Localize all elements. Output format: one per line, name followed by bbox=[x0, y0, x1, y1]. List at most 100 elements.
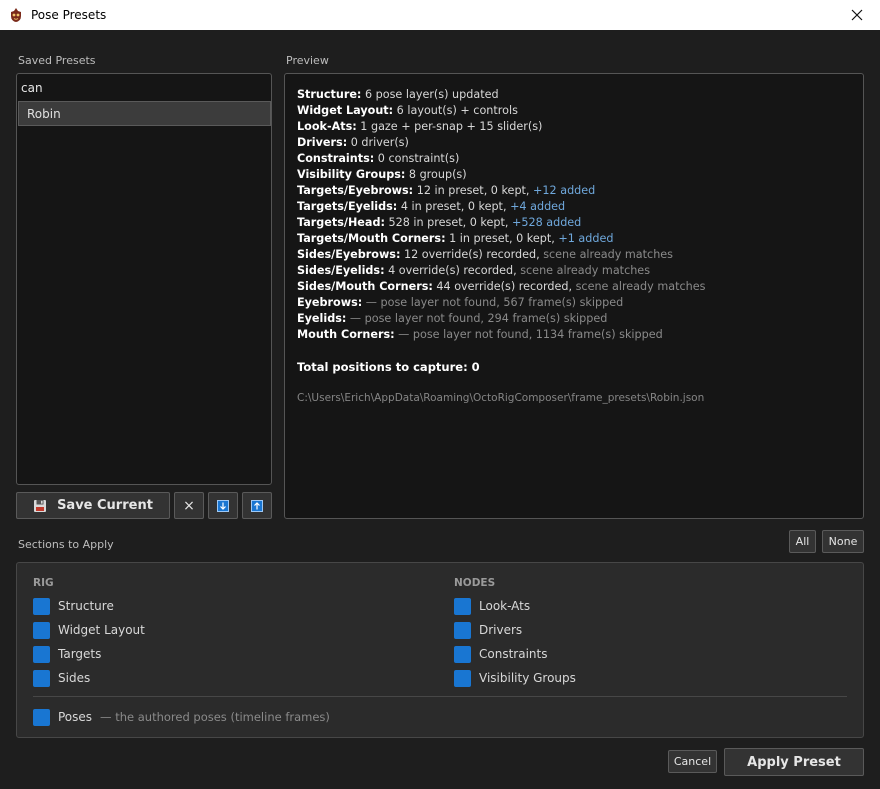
total-positions: Total positions to capture: 0 bbox=[297, 360, 480, 374]
checkbox-label: Widget Layout bbox=[58, 623, 145, 637]
preview-line-text: 4 in preset, 0 kept, bbox=[397, 200, 511, 213]
checkbox-label: Look-Ats bbox=[479, 599, 531, 613]
checkbox-icon[interactable] bbox=[33, 669, 50, 687]
preview-line-status: — pose layer not found, 1134 frame(s) sk… bbox=[394, 328, 663, 341]
preview-line-text: 8 group(s) bbox=[405, 168, 467, 181]
preview-line-status: +1 added bbox=[558, 232, 614, 245]
preview-line-text: 6 layout(s) + controls bbox=[393, 104, 518, 117]
checkbox-widget-layout[interactable]: Widget Layout bbox=[33, 621, 145, 639]
select-none-button[interactable]: None bbox=[822, 530, 864, 553]
close-button[interactable] bbox=[834, 0, 880, 30]
preview-line-text: 44 override(s) recorded, bbox=[432, 280, 576, 293]
preview-line-key: Drivers: bbox=[297, 136, 348, 149]
preview-line: Eyelids: — pose layer not found, 294 fra… bbox=[297, 311, 851, 327]
preview-line: Sides/Mouth Corners: 44 override(s) reco… bbox=[297, 279, 851, 295]
preview-line: Widget Layout: 6 layout(s) + controls bbox=[297, 103, 851, 119]
preview-line-text: 1 gaze + per-snap + 15 slider(s) bbox=[356, 120, 543, 133]
preview-line-status: — pose layer not found, 294 frame(s) ski… bbox=[346, 312, 608, 325]
preset-file-path: C:\Users\Erich\AppData\Roaming\OctoRigCo… bbox=[297, 392, 705, 404]
checkbox-label: Targets bbox=[58, 647, 102, 661]
checkbox-label: Visibility Groups bbox=[479, 671, 576, 685]
preview-line-text: 4 override(s) recorded, bbox=[384, 264, 521, 277]
rig-header: RIG bbox=[33, 577, 54, 589]
export-preset-button[interactable] bbox=[242, 492, 272, 519]
preview-line-key: Targets/Mouth Corners: bbox=[297, 232, 446, 245]
preview-line: Drivers: 0 driver(s) bbox=[297, 135, 851, 151]
preview-label: Preview bbox=[286, 54, 329, 67]
preview-line: Visibility Groups: 8 group(s) bbox=[297, 167, 851, 183]
checkbox-label: Constraints bbox=[479, 647, 548, 661]
checkbox-drivers[interactable]: Drivers bbox=[454, 621, 522, 639]
preview-line-key: Targets/Head: bbox=[297, 216, 385, 229]
preview-line-status: scene already matches bbox=[520, 264, 651, 277]
nodes-header: NODES bbox=[454, 577, 496, 589]
checkbox-icon[interactable] bbox=[33, 645, 50, 663]
preview-line-key: Sides/Mouth Corners: bbox=[297, 280, 433, 293]
delete-preset-button[interactable]: × bbox=[174, 492, 204, 519]
checkbox-sides[interactable]: Sides bbox=[33, 669, 90, 687]
preview-line-status: +4 added bbox=[510, 200, 566, 213]
saved-presets-label: Saved Presets bbox=[18, 54, 96, 67]
preview-line: Eyebrows: — pose layer not found, 567 fr… bbox=[297, 295, 851, 311]
checkbox-icon[interactable] bbox=[33, 708, 50, 726]
preview-line: Constraints: 0 constraint(s) bbox=[297, 151, 851, 167]
checkbox-label: Drivers bbox=[479, 623, 523, 637]
preview-line: Look-Ats: 1 gaze + per-snap + 15 slider(… bbox=[297, 119, 851, 135]
title-bar: Pose Presets bbox=[0, 0, 880, 30]
preview-line-text: 528 in preset, 0 kept, bbox=[384, 216, 512, 229]
import-preset-button[interactable] bbox=[208, 492, 238, 519]
save-current-label: Save Current bbox=[57, 498, 153, 513]
checkbox-icon[interactable] bbox=[454, 645, 471, 663]
checkbox-structure[interactable]: Structure bbox=[33, 597, 114, 615]
close-icon bbox=[851, 9, 863, 21]
checkbox-visibility-groups[interactable]: Visibility Groups bbox=[454, 669, 576, 687]
arrow-up-icon bbox=[251, 499, 263, 512]
select-all-button[interactable]: All bbox=[789, 530, 816, 553]
checkbox-look-ats[interactable]: Look-Ats bbox=[454, 597, 530, 615]
window-title: Pose Presets bbox=[31, 8, 107, 22]
poses-hint: — the authored poses (timeline frames) bbox=[100, 710, 330, 724]
preview-line: Targets/Mouth Corners: 1 in preset, 0 ke… bbox=[297, 231, 851, 247]
preset-search-input[interactable] bbox=[18, 75, 270, 101]
preview-line: Targets/Eyebrows: 12 in preset, 0 kept, … bbox=[297, 183, 851, 199]
preview-line: Sides/Eyebrows: 12 override(s) recorded,… bbox=[297, 247, 851, 263]
checkbox-label: Poses bbox=[58, 710, 93, 724]
checkbox-icon[interactable] bbox=[454, 597, 471, 615]
checkbox-targets[interactable]: Targets bbox=[33, 645, 101, 663]
checkbox-icon[interactable] bbox=[33, 597, 50, 615]
preview-line-key: Eyebrows: bbox=[297, 296, 363, 309]
preview-line-key: Visibility Groups: bbox=[297, 168, 406, 181]
arrow-down-icon bbox=[217, 499, 229, 512]
preset-item-robin[interactable]: Robin bbox=[18, 101, 271, 126]
preview-line-status: scene already matches bbox=[575, 280, 706, 293]
preview-line-status: +528 added bbox=[511, 216, 582, 229]
checkbox-constraints[interactable]: Constraints bbox=[454, 645, 547, 663]
preview-line-text: 12 in preset, 0 kept, bbox=[413, 184, 534, 197]
preview-line-key: Mouth Corners: bbox=[297, 328, 395, 341]
apply-preset-button[interactable]: Apply Preset bbox=[724, 748, 864, 776]
checkbox-poses[interactable]: Poses — the authored poses (timeline fra… bbox=[33, 708, 330, 726]
cancel-button[interactable]: Cancel bbox=[668, 750, 717, 773]
preview-line-key: Look-Ats: bbox=[297, 120, 357, 133]
preview-line-key: Eyelids: bbox=[297, 312, 347, 325]
preview-lines: Structure: 6 pose layer(s) updated Widget… bbox=[297, 87, 851, 343]
preview-line-status: scene already matches bbox=[543, 248, 674, 261]
saved-presets-list: Robin bbox=[16, 73, 272, 485]
preview-line: Targets/Head: 528 in preset, 0 kept, +52… bbox=[297, 215, 851, 231]
preview-line-status: +12 added bbox=[533, 184, 596, 197]
sections-label: Sections to Apply bbox=[18, 538, 114, 551]
preview-line-text: 0 constraint(s) bbox=[374, 152, 460, 165]
checkbox-label: Structure bbox=[58, 599, 114, 613]
checkbox-icon[interactable] bbox=[454, 669, 471, 687]
preview-line-text: 12 override(s) recorded, bbox=[400, 248, 544, 261]
checkbox-icon[interactable] bbox=[33, 621, 50, 639]
checkbox-icon[interactable] bbox=[454, 621, 471, 639]
save-current-button[interactable]: Save Current bbox=[16, 492, 170, 519]
preview-line-key: Widget Layout: bbox=[297, 104, 394, 117]
checkbox-label: Sides bbox=[58, 671, 91, 685]
sections-panel: RIG NODES Structure Widget Layout Target… bbox=[16, 562, 864, 738]
preview-line-status: — pose layer not found, 567 frame(s) ski… bbox=[362, 296, 624, 309]
preview-line-key: Targets/Eyelids: bbox=[297, 200, 398, 213]
preview-line-key: Targets/Eyebrows: bbox=[297, 184, 414, 197]
preview-line-key: Sides/Eyelids: bbox=[297, 264, 385, 277]
